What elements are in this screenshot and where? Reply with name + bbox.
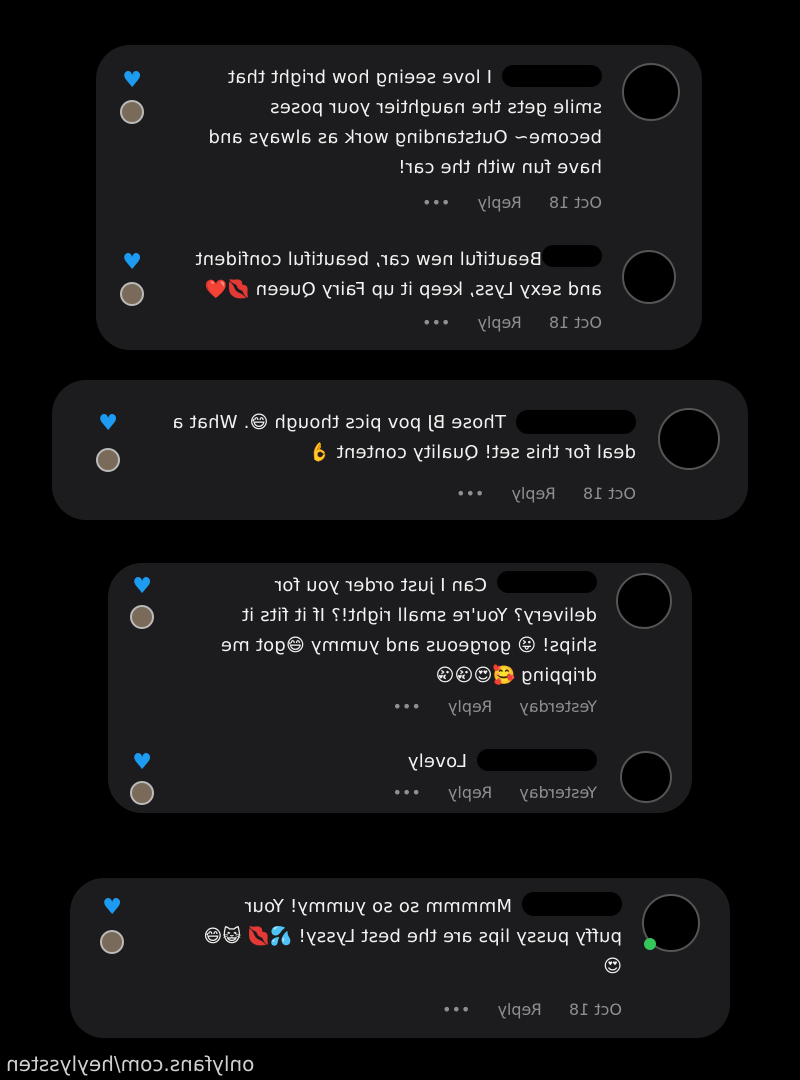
comment-meta: Oct 18 Reply ••• xyxy=(400,313,602,332)
more-icon[interactable]: ••• xyxy=(442,1000,470,1019)
reply-button[interactable]: Reply xyxy=(477,313,521,332)
comment-date: Yesterday xyxy=(519,783,597,802)
heart-icon[interactable]: ♥ xyxy=(130,750,152,775)
creator-avatar-icon xyxy=(120,100,144,124)
commenter-avatar[interactable] xyxy=(616,573,672,629)
heart-icon[interactable]: ♥ xyxy=(100,895,122,920)
comment-meta: Yesterday Reply ••• xyxy=(371,697,597,716)
comment-date: Oct 18 xyxy=(582,484,636,503)
more-icon[interactable]: ••• xyxy=(422,193,450,212)
reply-button[interactable]: Reply xyxy=(511,484,555,503)
watermark: onlyfans.com/heylyssten xyxy=(6,1052,255,1076)
comment-meta: Oct 18 Reply ••• xyxy=(400,193,602,212)
comment-card-2: Those BJ pov pics though 😅. What a deal … xyxy=(52,380,748,520)
comment-meta: Yesterday Reply ••• xyxy=(371,783,597,802)
reply-button[interactable]: Reply xyxy=(448,783,492,802)
comment-meta: Oct 18 Reply ••• xyxy=(420,1000,622,1019)
comment-date: Oct 18 xyxy=(548,193,602,212)
more-icon[interactable]: ••• xyxy=(393,783,421,802)
comment-date: Yesterday xyxy=(519,697,597,716)
comment-card-4: Mmmmm so so yummy! Your puffy pussy lips… xyxy=(70,878,730,1038)
online-status-indicator xyxy=(644,938,656,950)
mirrored-content: I love seeing how bright that smile gets… xyxy=(96,45,702,350)
reply-button[interactable]: Reply xyxy=(448,697,492,716)
mirrored-content: Can I just order you for delivery? You'r… xyxy=(108,563,692,813)
comment-date: Oct 18 xyxy=(568,1000,622,1019)
commenter-avatar[interactable] xyxy=(658,408,720,470)
more-icon[interactable]: ••• xyxy=(422,313,450,332)
comment-text: Those BJ pov pics though 😅. What a deal … xyxy=(172,412,636,463)
creator-avatar-icon xyxy=(120,282,144,306)
mirrored-content: Those BJ pov pics though 😅. What a deal … xyxy=(52,380,748,520)
more-icon[interactable]: ••• xyxy=(456,484,484,503)
commenter-avatar[interactable] xyxy=(620,751,672,803)
comment-text: Lovely xyxy=(407,751,467,772)
comment-text: Beautiful new car, beautiful confident a… xyxy=(195,249,602,300)
comment-date: Oct 18 xyxy=(548,313,602,332)
more-icon[interactable]: ••• xyxy=(393,697,421,716)
comment-card-3: Can I just order you for delivery? You'r… xyxy=(108,563,692,813)
comment-card-1: I love seeing how bright that smile gets… xyxy=(96,45,702,350)
heart-icon[interactable]: ♥ xyxy=(120,250,142,275)
heart-icon[interactable]: ♥ xyxy=(130,574,152,599)
creator-avatar-icon xyxy=(100,930,124,954)
mirrored-content: Mmmmm so so yummy! Your puffy pussy lips… xyxy=(70,878,730,1038)
comment-meta: Oct 18 Reply ••• xyxy=(434,484,636,503)
commenter-avatar[interactable] xyxy=(622,63,680,121)
comment-text: Mmmmm so so yummy! Your puffy pussy lips… xyxy=(203,896,622,977)
heart-icon[interactable]: ♥ xyxy=(96,411,118,436)
comment-text: Can I just order you for delivery? You'r… xyxy=(220,575,597,686)
redacted-username xyxy=(477,749,597,771)
creator-avatar-icon xyxy=(130,605,154,629)
creator-avatar-icon xyxy=(130,781,154,805)
creator-avatar-icon xyxy=(96,448,120,472)
reply-button[interactable]: Reply xyxy=(497,1000,541,1019)
heart-icon[interactable]: ♥ xyxy=(120,68,142,93)
reply-button[interactable]: Reply xyxy=(477,193,521,212)
commenter-avatar[interactable] xyxy=(622,250,676,304)
comment-text: I love seeing how bright that smile gets… xyxy=(208,67,602,178)
